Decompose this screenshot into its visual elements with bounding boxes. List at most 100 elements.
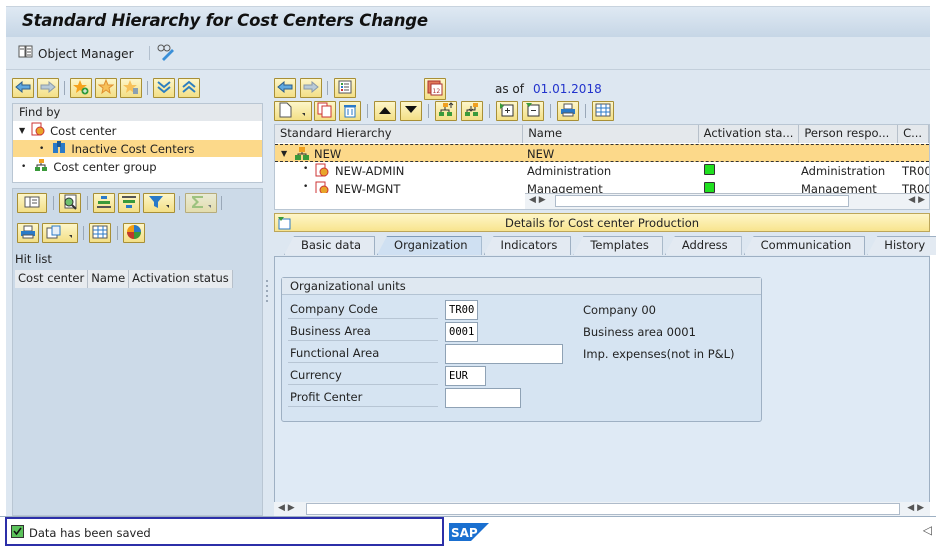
spreadsheet-button[interactable] — [592, 101, 614, 121]
delete-favorite-button[interactable] — [120, 78, 142, 98]
tab-basic-data[interactable]: Basic data — [284, 236, 376, 255]
hierarchy-down-button[interactable] — [461, 101, 483, 121]
scroll-left-icon[interactable]: ◀ ▶ — [529, 195, 546, 205]
tree-item-cost-center-group[interactable]: • Cost center group — [21, 158, 157, 175]
expand-all-button[interactable] — [153, 78, 175, 98]
company-code-field[interactable] — [445, 300, 478, 320]
business-area-field[interactable] — [445, 322, 478, 342]
chart-button[interactable] — [123, 223, 145, 243]
column-header-activation-status[interactable]: Activation status — [129, 270, 233, 288]
scroll-right-icon[interactable]: ◀ ▶ — [908, 195, 925, 205]
column-header-activation-status[interactable]: Activation sta... — [699, 125, 800, 143]
toolbar-separator — [550, 104, 551, 118]
spreadsheet-icon — [92, 225, 108, 242]
spreadsheet-button[interactable] — [89, 223, 111, 243]
calendar-button[interactable]: 12 — [424, 78, 446, 100]
tab-history[interactable]: History — [867, 236, 936, 255]
tab-indicators[interactable]: Indicators — [483, 236, 572, 255]
table-row[interactable]: • NEW-ADMIN Administration Administratio… — [275, 162, 929, 180]
tab-templates[interactable]: Templates — [573, 236, 663, 255]
create-icon — [278, 102, 308, 121]
find-by-header: Find by — [13, 104, 262, 121]
column-header-person-responsible[interactable]: Person respo... — [799, 125, 899, 143]
group-title: Organizational units — [282, 278, 761, 295]
back-button[interactable] — [12, 78, 34, 98]
table-row[interactable]: ▼ NEW NEW — [275, 144, 929, 162]
toolbar-separator — [489, 104, 490, 118]
move-down-button[interactable] — [400, 101, 422, 121]
tree-item-cost-center[interactable]: ▼ Cost center — [19, 122, 116, 139]
toolbar-separator — [87, 196, 88, 210]
tree-bullet: • — [303, 164, 309, 174]
export-button[interactable] — [42, 223, 78, 243]
status-message[interactable]: Data has been saved — [5, 517, 444, 546]
sum-button[interactable] — [185, 193, 217, 213]
tab-communication[interactable]: Communication — [743, 236, 866, 255]
functional-area-label: Functional Area — [288, 344, 438, 363]
hierarchy-icon — [34, 158, 48, 175]
object-manager-button[interactable]: Object Manager — [18, 45, 134, 62]
sort-ascending-button[interactable] — [93, 193, 115, 213]
person-cell: Administration — [801, 164, 886, 178]
profit-center-field[interactable] — [445, 388, 521, 408]
add-favorite-icon — [73, 79, 89, 98]
collapse-node-button[interactable] — [522, 101, 544, 121]
hit-list-title: Hit list — [15, 252, 52, 266]
tab-address[interactable]: Address — [664, 236, 742, 255]
toolbar-separator — [149, 46, 150, 60]
hierarchy-up-icon — [438, 101, 454, 121]
tree-bullet: • — [303, 182, 309, 192]
favorite-button[interactable] — [95, 78, 117, 98]
status-bar-toggle-icon[interactable]: ◁ — [923, 523, 932, 537]
scroll-left-icon[interactable]: ◀ ▶ — [278, 503, 295, 513]
hierarchy-up-button[interactable] — [435, 101, 457, 121]
list-icon — [338, 80, 352, 97]
currency-field[interactable] — [445, 366, 486, 386]
print-button[interactable] — [17, 223, 39, 243]
collapse-all-button[interactable] — [178, 78, 200, 98]
toolbar-separator — [585, 104, 586, 118]
copy-button[interactable] — [314, 101, 336, 121]
toolbar-separator — [367, 104, 368, 118]
find-button[interactable] — [59, 193, 81, 213]
back-button[interactable] — [274, 78, 296, 98]
horizontal-scrollbar[interactable]: ◀ ▶ ◀ ▶ — [525, 193, 929, 209]
forward-button[interactable] — [37, 78, 59, 98]
scrollbar-thumb[interactable] — [555, 195, 849, 207]
page-title: Standard Hierarchy for Cost Centers Chan… — [22, 11, 428, 30]
column-header-standard-hierarchy[interactable]: Standard Hierarchy — [275, 125, 524, 143]
delete-button[interactable] — [339, 101, 361, 121]
details-button[interactable] — [17, 193, 47, 213]
sap-logo-text: SAP — [451, 526, 478, 540]
details-toggle-icon[interactable] — [277, 216, 291, 233]
column-header-name[interactable]: Name — [88, 270, 130, 288]
expand-triangle-icon[interactable]: ▼ — [281, 149, 287, 158]
filter-icon — [148, 195, 170, 212]
functional-area-field[interactable] — [445, 344, 563, 364]
svg-text:12: 12 — [433, 88, 441, 95]
scroll-right-icon[interactable]: ◀ ▶ — [907, 503, 924, 513]
tab-organization[interactable]: Organization — [377, 236, 482, 255]
add-favorite-button[interactable] — [70, 78, 92, 98]
delete-icon — [342, 102, 358, 121]
sort-descending-button[interactable] — [118, 193, 140, 213]
list-button[interactable] — [334, 78, 356, 98]
status-active-icon — [704, 182, 715, 193]
print-button[interactable] — [557, 101, 579, 121]
expand-node-button[interactable] — [496, 101, 518, 121]
as-of-date[interactable]: 01.01.2018 — [533, 82, 602, 96]
display-change-icon[interactable] — [156, 43, 176, 64]
filter-button[interactable] — [143, 193, 175, 213]
move-up-button[interactable] — [374, 101, 396, 121]
bottom-horizontal-scrollbar[interactable]: ◀ ▶ ◀ ▶ — [274, 502, 930, 516]
expand-triangle-icon[interactable]: ▼ — [19, 126, 25, 135]
hierarchy-pane: 12 as of 01.01.2018 Standard Hierarchy N… — [270, 70, 936, 516]
create-button[interactable] — [274, 101, 312, 121]
tree-item-inactive-cost-centers[interactable]: • Inactive Cost Centers — [13, 140, 262, 157]
scrollbar-thumb[interactable] — [306, 503, 900, 515]
column-header-company[interactable]: C... — [898, 125, 929, 143]
node-label: NEW-ADMIN — [335, 164, 405, 178]
column-header-cost-center[interactable]: Cost center — [15, 270, 89, 288]
column-header-name[interactable]: Name — [523, 125, 699, 143]
forward-button[interactable] — [300, 78, 322, 98]
